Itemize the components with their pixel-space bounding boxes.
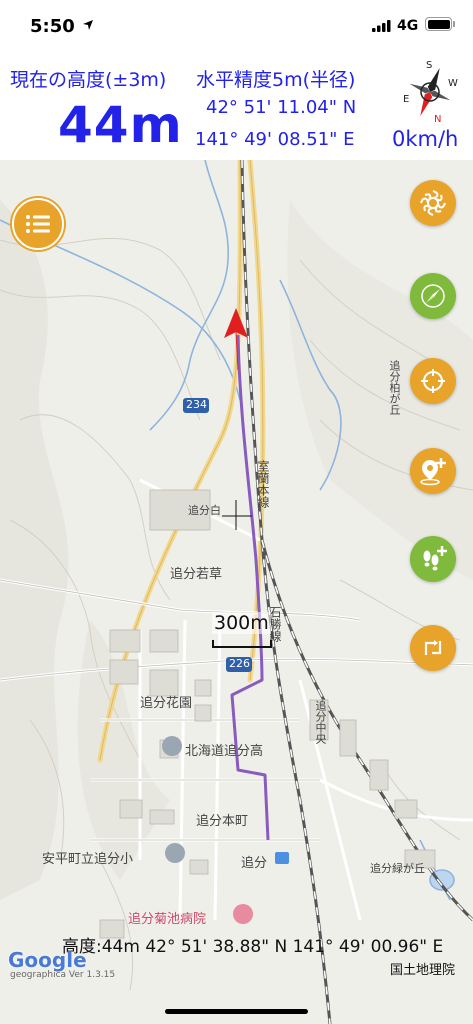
track-return-button[interactable] — [410, 625, 456, 671]
compass-button[interactable] — [410, 273, 456, 319]
status-time: 5:50 — [30, 16, 75, 37]
school-high-label: 北海道追分高 — [185, 744, 264, 759]
district-kashiwagaoka-label: 追分柏が丘 — [388, 360, 401, 415]
network-type: 4G — [397, 18, 419, 34]
battery-icon — [425, 17, 452, 31]
altitude-value: 44m — [58, 96, 183, 154]
track-return-icon — [424, 640, 442, 655]
add-track-button[interactable] — [410, 536, 456, 582]
altitude-label: 現在の高度(±3m) — [10, 69, 167, 91]
home-indicator[interactable] — [165, 1009, 308, 1014]
map-view[interactable]: 234 226 追分若草 室蘭本線 石勝線 追分花園 北海道追分高 追分本町 安… — [0, 160, 473, 1024]
compass-w-label: W — [448, 78, 458, 89]
google-logo-text: Google — [8, 948, 87, 972]
district-honcho-label: 追分本町 — [196, 814, 249, 829]
hospital-label: 追分菊池病院 — [128, 912, 207, 927]
accuracy-label: 水平精度5m(半径) — [196, 69, 356, 91]
rail-line-label: 室蘭本線 — [256, 460, 270, 508]
battery-cap — [453, 21, 455, 27]
compass-n-label: N — [434, 114, 441, 125]
longitude-value: 141° 49' 08.51" E — [195, 129, 355, 150]
district-hanazono-label: 追分花園 — [140, 696, 193, 711]
location-arrow-icon — [83, 20, 93, 30]
station-label: 追分 — [241, 856, 268, 871]
current-location-button[interactable] — [410, 358, 456, 404]
route-234-label: 234 — [186, 398, 207, 411]
google-logo: Google — [8, 948, 87, 972]
swirl-icon — [420, 190, 446, 216]
status-bar: 5:50 4G — [0, 0, 473, 50]
compass-s-label: S — [426, 60, 432, 71]
scale-bar — [212, 640, 272, 648]
scale-label: 300m — [212, 612, 271, 634]
district-chuo-label: 追分中央 — [314, 700, 327, 744]
speed-value: 0km/h — [392, 127, 459, 151]
app-version: geographica Ver 1.3.15 — [10, 970, 116, 980]
info-panel: 現在の高度(±3m) 44m 水平精度5m(半径) 42° 51' 11.04"… — [0, 50, 473, 160]
menu-button[interactable] — [12, 198, 64, 250]
crosshair-icon — [421, 369, 445, 393]
layers-button[interactable] — [410, 180, 456, 226]
compass-e-label: E — [403, 94, 409, 105]
footprints-add-icon — [423, 546, 447, 571]
school-elem-label: 安平町立追分小 — [42, 852, 134, 867]
compass-needle-icon — [421, 284, 445, 308]
map-attribution[interactable]: 国土地理院 — [390, 959, 455, 978]
route-226-label: 226 — [229, 657, 250, 670]
district-shiraito-label: 追分白 — [188, 504, 221, 517]
map-canvas[interactable] — [0, 160, 473, 1024]
compass-rose-icon[interactable]: S W E N — [400, 56, 460, 128]
add-pin-icon — [420, 458, 446, 486]
latitude-value: 42° 51' 11.04" N — [206, 97, 357, 118]
district-midorigaoka-label: 追分緑が丘 — [370, 862, 425, 875]
map-center-coords: 高度:44m 42° 51' 38.88" N 141° 49' 00.96" … — [62, 937, 444, 957]
add-waypoint-button[interactable] — [410, 448, 456, 494]
list-icon — [26, 215, 50, 233]
map-scale: 300m — [212, 612, 274, 648]
district-wakakusa-label: 追分若草 — [170, 567, 223, 582]
signal-icon — [372, 20, 391, 32]
